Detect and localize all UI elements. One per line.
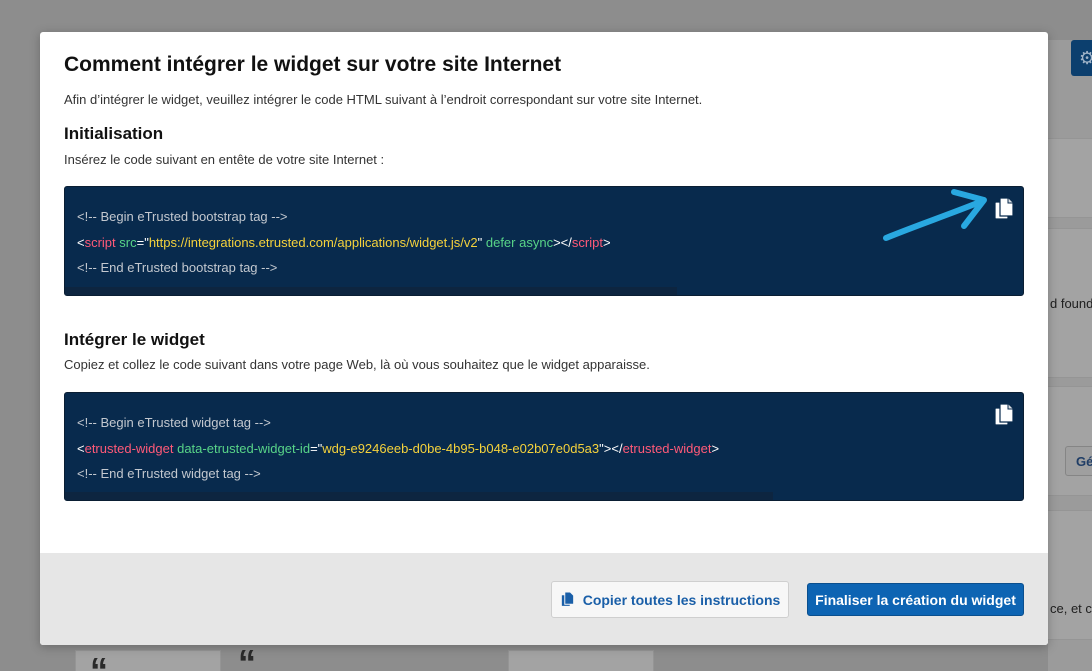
gear-icon[interactable]: ⚙ [1071,40,1092,76]
code-tag: script [571,234,603,250]
code-punct: ></ [553,234,572,250]
modal-title: Comment intégrer le widget sur votre sit… [64,53,562,76]
copy-icon [560,591,574,607]
background-text: ce, et c [1050,601,1092,616]
code-block-widget[interactable]: <!-- Begin eTrusted widget tag --> <etru… [64,392,1024,501]
finalize-widget-button[interactable]: Finaliser la création du widget [807,583,1024,616]
code-comment: <!-- End eTrusted widget tag --> [77,466,261,481]
code-widget-line: <etrusted-widget data-etrusted-widget-id… [77,436,719,462]
code-comment: <!-- Begin eTrusted bootstrap tag --> [77,209,288,224]
code-attr: defer async [482,234,554,250]
code-punct: > [711,440,720,456]
copy-icon[interactable] [993,197,1015,221]
code-lines: <!-- Begin eTrusted widget tag --> <etru… [77,410,719,487]
copy-all-label: Copier toutes les instructions [582,591,781,608]
code-comment: <!-- End eTrusted bootstrap tag --> [77,260,278,275]
quote-icon: “ [238,642,256,671]
code-tag: script [84,234,116,250]
code-comment: <!-- Begin eTrusted widget tag --> [77,415,271,430]
code-script-line: <script src="https://integrations.etrust… [77,230,611,256]
code-attr: data-etrusted-widget-id [173,440,311,456]
copy-icon[interactable] [993,403,1015,427]
modal-intro: Afin d’intégrer le widget, veuillez inté… [64,92,703,107]
quote-icon: “ [90,650,108,671]
code-punct: < [77,234,85,250]
code-punct: > [602,234,611,250]
code-string: https://integrations.etrusted.com/applic… [148,234,478,250]
code-lines: <!-- Begin eTrusted bootstrap tag --> <s… [77,204,611,281]
modal-footer: Copier toutes les instructions Finaliser… [40,553,1048,645]
background-text: d found [1050,296,1092,311]
code-punct: ></ [603,440,623,456]
section-title-initialisation: Initialisation [64,124,164,143]
code-tag: etrusted-widget [84,440,174,456]
code-punct: < [77,440,85,456]
section-desc-initialisation: Insérez le code suivant en entête de vot… [64,152,385,167]
code-string: wdg-e9246eeb-d0be-4b95-b048-e02b07e0d5a3 [322,440,600,456]
code-tag: etrusted-widget [622,440,712,456]
section-title-integrer: Intégrer le widget [64,330,205,349]
code-attr: src [115,234,137,250]
widget-integration-modal: Comment intégrer le widget sur votre sit… [40,32,1048,645]
background-generate-button[interactable]: Gé [1065,446,1092,476]
copy-all-instructions-button[interactable]: Copier toutes les instructions [551,581,789,618]
background-card [508,650,654,671]
code-scrollbar[interactable] [65,492,773,500]
code-punct: = [310,440,318,456]
section-desc-integrer: Copiez et collez le code suivant dans vo… [64,357,650,372]
arrow-annotation [883,189,987,241]
code-scrollbar[interactable] [65,287,677,295]
